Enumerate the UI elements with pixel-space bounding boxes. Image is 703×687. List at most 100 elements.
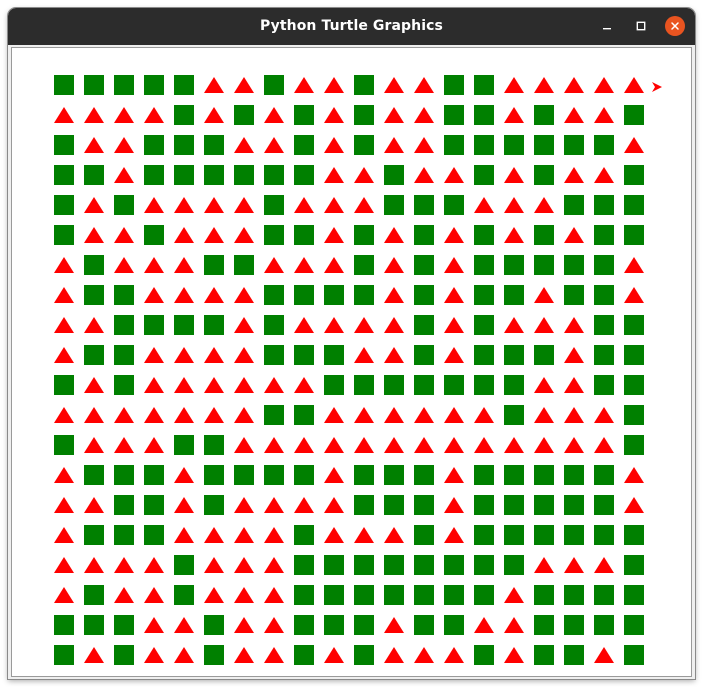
red-triangle [294, 257, 314, 273]
red-triangle [54, 317, 74, 333]
red-triangle [294, 497, 314, 513]
turtle-canvas[interactable] [12, 48, 691, 676]
red-triangle [54, 587, 74, 603]
red-triangle [324, 167, 344, 183]
green-square [174, 105, 194, 125]
red-triangle [324, 467, 344, 483]
green-square [624, 225, 644, 245]
green-square [294, 165, 314, 185]
green-square [414, 465, 434, 485]
green-square [444, 375, 464, 395]
red-triangle [234, 557, 254, 573]
green-square [354, 495, 374, 515]
red-triangle [234, 227, 254, 243]
red-triangle [504, 77, 524, 93]
green-square [444, 75, 464, 95]
green-square [204, 465, 224, 485]
green-square [144, 135, 164, 155]
red-triangle [444, 647, 464, 663]
red-triangle [174, 227, 194, 243]
green-square [204, 435, 224, 455]
red-triangle [234, 347, 254, 363]
green-square [414, 375, 434, 395]
green-square [354, 135, 374, 155]
green-square [174, 165, 194, 185]
green-square [444, 105, 464, 125]
red-triangle [414, 107, 434, 123]
red-triangle [144, 107, 164, 123]
green-square [594, 315, 614, 335]
red-triangle [384, 647, 404, 663]
green-square [114, 315, 134, 335]
red-triangle [504, 107, 524, 123]
green-square [594, 225, 614, 245]
green-square [54, 435, 74, 455]
green-square [504, 345, 524, 365]
red-triangle [204, 557, 224, 573]
green-square [84, 165, 104, 185]
red-triangle [324, 647, 344, 663]
green-square [564, 585, 584, 605]
green-square [414, 345, 434, 365]
green-square [624, 615, 644, 635]
red-triangle [324, 407, 344, 423]
red-triangle [84, 377, 104, 393]
green-square [474, 525, 494, 545]
red-triangle [204, 107, 224, 123]
green-square [264, 315, 284, 335]
red-triangle [324, 437, 344, 453]
minimize-button[interactable] [597, 16, 617, 36]
red-triangle [294, 377, 314, 393]
red-triangle [444, 527, 464, 543]
green-square [474, 105, 494, 125]
green-square [354, 645, 374, 665]
green-square [594, 525, 614, 545]
green-square [534, 105, 554, 125]
red-triangle [234, 617, 254, 633]
red-triangle [264, 257, 284, 273]
red-triangle [324, 227, 344, 243]
green-square [354, 285, 374, 305]
title-bar[interactable]: Python Turtle Graphics [8, 8, 695, 45]
green-square [534, 255, 554, 275]
red-triangle [384, 527, 404, 543]
red-triangle [264, 647, 284, 663]
green-square [474, 585, 494, 605]
red-triangle [114, 257, 134, 273]
green-square [234, 105, 254, 125]
red-triangle [564, 557, 584, 573]
close-button[interactable] [665, 16, 685, 36]
red-triangle [564, 317, 584, 333]
green-square [234, 465, 254, 485]
green-square [114, 645, 134, 665]
maximize-button[interactable] [631, 16, 651, 36]
green-square [54, 75, 74, 95]
green-square [174, 75, 194, 95]
green-square [234, 255, 254, 275]
red-triangle [234, 587, 254, 603]
green-square [264, 165, 284, 185]
green-square [624, 435, 644, 455]
green-square [354, 465, 374, 485]
red-triangle [384, 617, 404, 633]
green-square [474, 555, 494, 575]
red-triangle [594, 557, 614, 573]
green-square [324, 585, 344, 605]
green-square [144, 75, 164, 95]
green-square [624, 345, 644, 365]
green-square [414, 525, 434, 545]
red-triangle [234, 197, 254, 213]
green-square [354, 225, 374, 245]
red-triangle [174, 287, 194, 303]
red-triangle [324, 77, 344, 93]
red-triangle [234, 407, 254, 423]
green-square [564, 465, 584, 485]
red-triangle [204, 587, 224, 603]
green-square [534, 615, 554, 635]
green-square [504, 285, 524, 305]
green-square [204, 315, 224, 335]
red-triangle [624, 257, 644, 273]
green-square [474, 375, 494, 395]
green-square [294, 525, 314, 545]
green-square [114, 495, 134, 515]
